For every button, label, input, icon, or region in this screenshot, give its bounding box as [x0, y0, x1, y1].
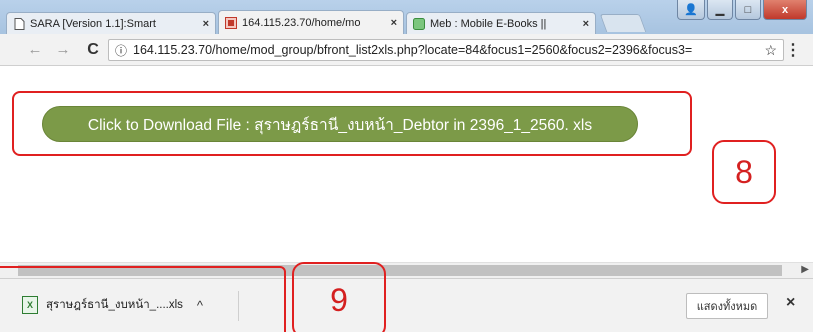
annotation-label-8: 8 — [712, 140, 776, 204]
annotation-label-9: 9 — [292, 262, 386, 332]
bookmark-star-icon[interactable]: ☆ — [764, 42, 777, 59]
browser-menu-icon[interactable]: ⋮ — [785, 40, 801, 60]
tab-close-icon[interactable]: × — [583, 18, 589, 30]
reload-icon[interactable]: C — [82, 41, 104, 59]
scroll-right-icon[interactable]: ▶ — [801, 264, 809, 275]
url-text[interactable]: 164.115.23.70/home/mod_group/bfront_list… — [133, 43, 758, 57]
forward-icon[interactable]: → — [52, 41, 74, 58]
tab-close-icon[interactable]: × — [391, 17, 397, 29]
back-icon[interactable]: ← — [24, 41, 46, 58]
new-tab-button[interactable] — [599, 14, 647, 32]
address-bar[interactable]: ⓘ 164.115.23.70/home/mod_group/bfront_li… — [108, 39, 784, 61]
maximize-button[interactable]: □ — [735, 0, 761, 20]
window-controls: 👤 ▁ □ x — [677, 0, 807, 20]
tab-close-icon[interactable]: × — [203, 18, 209, 30]
minimize-button[interactable]: ▁ — [707, 0, 733, 20]
site-icon — [225, 16, 237, 29]
tab-strip: SARA [Version 1.1]:Smart × 164.115.23.70… — [0, 0, 813, 34]
close-window-button[interactable]: x — [763, 0, 807, 20]
show-all-button[interactable]: แสดงทั้งหมด — [686, 293, 768, 319]
browser-toolbar: ← → C ⓘ 164.115.23.70/home/mod_group/bfr… — [0, 34, 813, 66]
tab-title: 164.115.23.70/home/mo — [242, 16, 361, 29]
tab-title: SARA [Version 1.1]:Smart — [30, 17, 156, 30]
tab-sara[interactable]: SARA [Version 1.1]:Smart × — [6, 12, 216, 34]
close-icon[interactable]: × — [786, 294, 795, 312]
tab-title: Meb : Mobile E-Books || — [430, 17, 547, 30]
page-icon — [13, 17, 25, 30]
annotation-box-8 — [12, 91, 692, 156]
user-icon[interactable]: 👤 — [677, 0, 705, 20]
tab-active-site[interactable]: 164.115.23.70/home/mo × — [218, 10, 404, 34]
info-icon[interactable]: ⓘ — [115, 42, 127, 59]
annotation-box-9 — [0, 266, 286, 332]
tab-meb[interactable]: Meb : Mobile E-Books || × — [406, 12, 596, 34]
meb-icon — [413, 17, 425, 30]
